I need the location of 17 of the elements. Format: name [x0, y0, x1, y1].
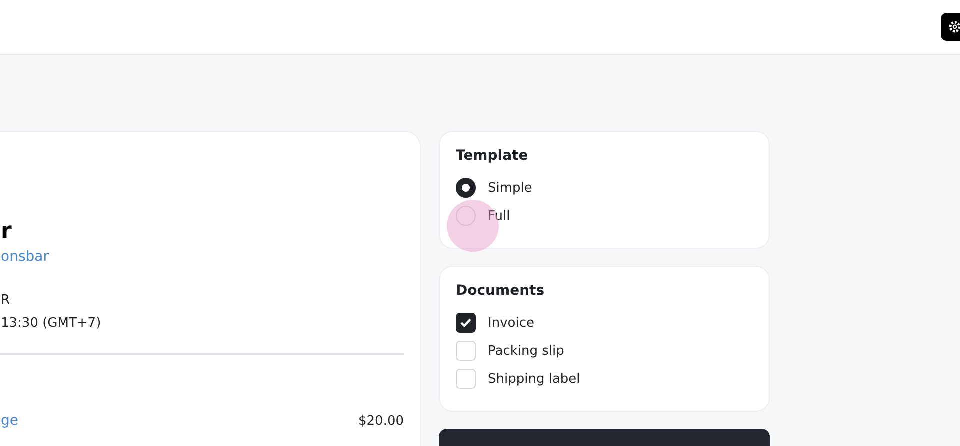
store-link[interactable]: onsbar: [1, 247, 49, 267]
item-price: $20.00: [358, 414, 404, 428]
settings-icon: [948, 20, 960, 34]
checkbox-label[interactable]: Invoice: [488, 316, 534, 330]
radio-label[interactable]: Full: [488, 208, 510, 224]
documents-title: Documents: [456, 283, 546, 299]
radio-button[interactable]: [456, 178, 476, 198]
check-icon: [460, 318, 472, 328]
template-title: Template: [456, 148, 530, 164]
checkbox[interactable]: [456, 313, 476, 333]
radio-label[interactable]: Simple: [488, 180, 532, 196]
order-detail: R: [1, 292, 12, 310]
checkbox-label[interactable]: Shipping label: [488, 372, 580, 386]
checkbox-label[interactable]: Packing slip: [488, 344, 564, 358]
order-date: 13:30 (GMT+7): [1, 315, 102, 333]
order-title: r: [1, 218, 13, 246]
item-link[interactable]: ge: [1, 411, 18, 431]
